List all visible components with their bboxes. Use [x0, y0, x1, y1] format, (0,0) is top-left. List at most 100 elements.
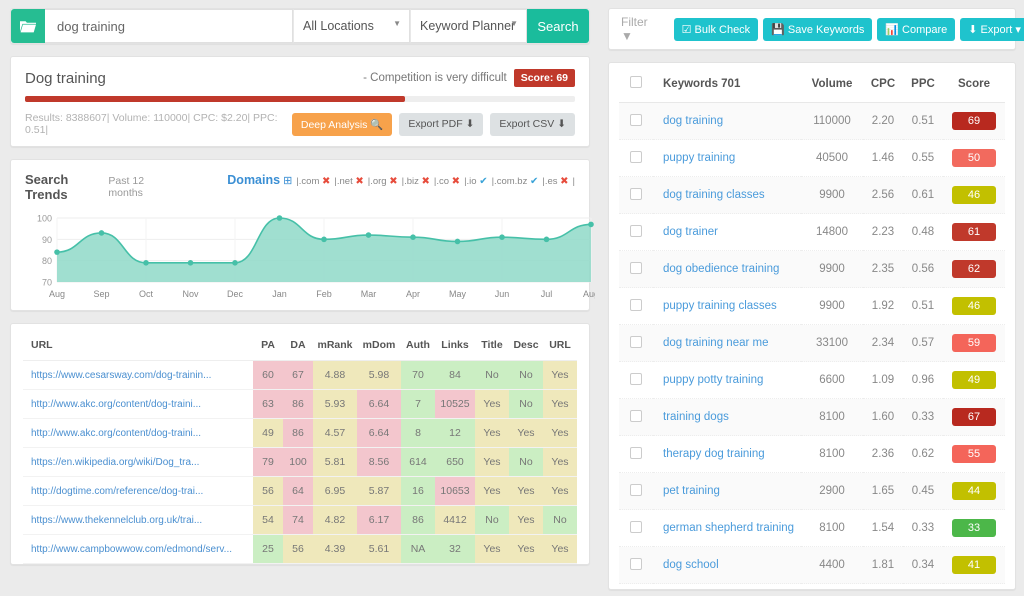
keyword-link[interactable]: training dogs [653, 398, 801, 436]
keyword-link[interactable]: puppy training classes [653, 287, 801, 325]
column-header-desc-8[interactable]: Desc [509, 330, 543, 361]
row-checkbox[interactable] [630, 187, 642, 200]
column-header-url-9[interactable]: URL [543, 330, 577, 361]
domains-label[interactable]: Domains [227, 173, 280, 187]
row-select-cell [619, 509, 653, 547]
table-row: pet training 2900 1.65 0.45 44 [619, 472, 1005, 510]
column-header-auth-5[interactable]: Auth [401, 330, 435, 361]
keyword-link[interactable]: dog training classes [653, 176, 801, 214]
folder-open-icon[interactable] [11, 9, 45, 43]
metric-cell: 10653 [435, 476, 475, 506]
url-link[interactable]: https://www.cesarsway.com/dog-trainin... [23, 360, 253, 390]
row-checkbox[interactable] [630, 150, 642, 163]
score-badge: 50 [952, 149, 996, 167]
domain-item[interactable]: |.com.bz ✔ [492, 176, 539, 187]
table-row: https://en.wikipedia.org/wiki/Dog_tra...… [23, 447, 577, 477]
column-header-pa-1[interactable]: PA [253, 330, 283, 361]
row-checkbox[interactable] [630, 446, 642, 459]
table-row: dog trainer 14800 2.23 0.48 61 [619, 213, 1005, 251]
keyword-link[interactable]: dog school [653, 546, 801, 584]
search-input[interactable] [45, 9, 293, 43]
select-all-checkbox[interactable] [630, 76, 642, 88]
column-header-title-7[interactable]: Title [475, 330, 509, 361]
svg-text:Feb: Feb [316, 289, 332, 299]
score-cell: 46 [943, 287, 1005, 325]
button-label: Compare [902, 23, 948, 36]
row-checkbox[interactable] [630, 224, 642, 237]
url-link[interactable]: https://en.wikipedia.org/wiki/Dog_tra... [23, 447, 253, 477]
save-keywords-button[interactable]: 💾 Save Keywords [763, 17, 873, 41]
url-link[interactable]: https://www.thekennelclub.org.uk/trai... [23, 505, 253, 535]
domain-tld: |.com [296, 176, 322, 187]
column-header-da-2[interactable]: DA [283, 330, 313, 361]
ppc-column-header[interactable]: PPC [903, 63, 943, 103]
column-header-url-0[interactable]: URL [23, 330, 253, 361]
keywords-column-header[interactable]: Keywords 701 [653, 63, 801, 103]
score-column-header[interactable]: Score [943, 63, 1005, 103]
cross-icon: ✖ [322, 176, 331, 187]
keyword-link[interactable]: dog trainer [653, 213, 801, 251]
row-checkbox[interactable] [630, 298, 642, 311]
row-checkbox[interactable] [630, 113, 642, 126]
column-header-mrank-3[interactable]: mRank [313, 330, 357, 361]
keyword-summary-card: Dog training - Competition is very diffi… [10, 56, 590, 147]
metric-cell: Yes [543, 418, 577, 448]
url-link[interactable]: http://dogtime.com/reference/dog-trai... [23, 476, 253, 506]
column-header-links-6[interactable]: Links [435, 330, 475, 361]
deep-analysis-button[interactable]: Deep Analysis 🔍 [291, 112, 393, 136]
svg-text:Dec: Dec [227, 289, 244, 299]
keyword-link[interactable]: puppy potty training [653, 361, 801, 399]
keyword-link[interactable]: pet training [653, 472, 801, 510]
volume-cell: 6600 [801, 361, 863, 399]
left-column: All Locations ▼ Keyword Planner ▼ Search… [0, 0, 600, 596]
ppc-cell: 0.61 [903, 176, 943, 214]
summary-metrics: Results: 8388607| Volume: 110000| CPC: $… [25, 112, 278, 136]
domain-item[interactable]: |.io ✔ [464, 176, 488, 187]
domain-item[interactable]: |.biz ✖ [402, 176, 430, 187]
row-checkbox[interactable] [630, 520, 642, 533]
cpc-column-header[interactable]: CPC [863, 63, 903, 103]
keyword-link[interactable]: puppy training [653, 139, 801, 177]
domain-separator: | [572, 176, 575, 187]
row-checkbox[interactable] [630, 372, 642, 385]
volume-column-header[interactable]: Volume [801, 63, 863, 103]
search-button[interactable]: Search [527, 9, 589, 43]
score-badge: 49 [952, 371, 996, 389]
row-checkbox[interactable] [630, 409, 642, 422]
source-select[interactable]: Keyword Planner ▼ [410, 9, 527, 43]
bulk-check-button[interactable]: ☑ Bulk Check [673, 17, 759, 41]
compare-button[interactable]: 📊 Compare [877, 17, 956, 41]
cpc-cell: 1.81 [863, 546, 903, 584]
row-checkbox[interactable] [630, 335, 642, 348]
row-checkbox[interactable] [630, 483, 642, 496]
domain-item[interactable]: |.es ✖ [542, 176, 568, 187]
row-checkbox[interactable] [630, 261, 642, 274]
cpc-cell: 2.36 [863, 435, 903, 473]
domain-item[interactable]: |.com ✖ [296, 176, 330, 187]
keyword-link[interactable]: dog obedience training [653, 250, 801, 288]
row-checkbox[interactable] [630, 557, 642, 570]
domain-item[interactable]: |.org ✖ [368, 176, 398, 187]
export-csv-button[interactable]: Export CSV ⬇ [490, 112, 575, 136]
url-link[interactable]: http://www.campbowwow.com/edmond/serv... [23, 534, 253, 564]
keyword-link[interactable]: therapy dog training [653, 435, 801, 473]
url-link[interactable]: http://www.akc.org/content/dog-traini... [23, 418, 253, 448]
domain-item[interactable]: |.net ✖ [334, 176, 363, 187]
column-header-mdom-4[interactable]: mDom [357, 330, 401, 361]
url-link[interactable]: http://www.akc.org/content/dog-traini... [23, 389, 253, 419]
export-button[interactable]: ⬇ Export ▾ [960, 17, 1024, 41]
location-select[interactable]: All Locations ▼ [293, 9, 410, 43]
score-badge: 55 [952, 445, 996, 463]
chevron-down-icon: ▼ [393, 19, 401, 28]
domain-item[interactable]: |.co ✖ [434, 176, 460, 187]
plus-box-icon[interactable]: ⊞ [283, 174, 292, 187]
keyword-link[interactable]: german shepherd training [653, 509, 801, 547]
score-cell: 49 [943, 361, 1005, 399]
table-row: http://www.akc.org/content/dog-traini...… [23, 389, 577, 419]
keyword-link[interactable]: potty training dogs [653, 583, 801, 589]
metric-cell: Yes [475, 447, 509, 477]
export-pdf-button[interactable]: Export PDF ⬇ [399, 112, 484, 136]
keyword-link[interactable]: dog training near me [653, 324, 801, 362]
keyword-link[interactable]: dog training [653, 102, 801, 140]
filter-control[interactable]: Filter ▼ [621, 15, 648, 43]
